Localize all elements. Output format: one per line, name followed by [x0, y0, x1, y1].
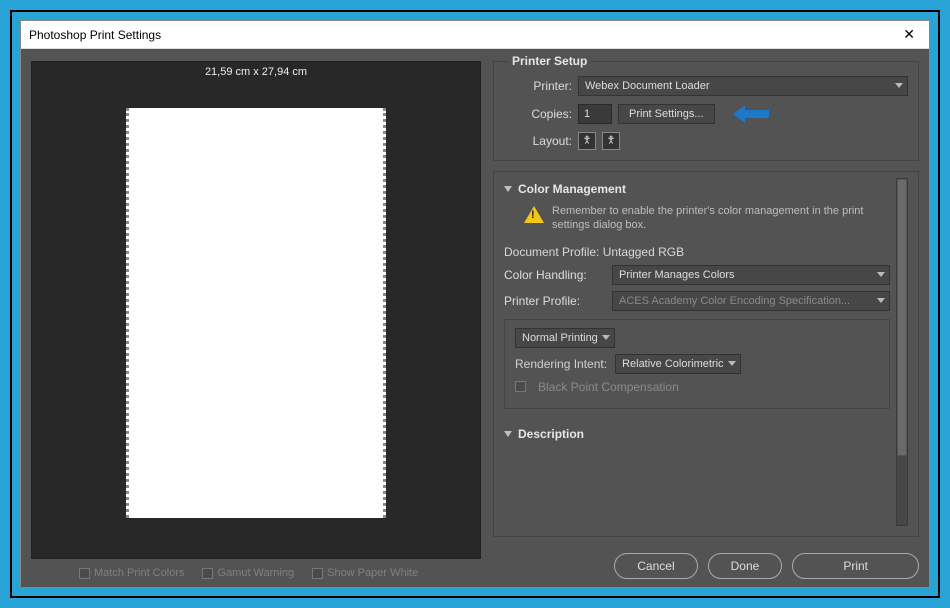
titlebar: Photoshop Print Settings ✕: [21, 21, 929, 49]
layout-landscape-icon[interactable]: 🯆: [602, 132, 620, 150]
rendering-intent-select[interactable]: Relative Colorimetric: [615, 354, 740, 374]
chevron-down-icon: [504, 186, 512, 192]
description-header[interactable]: Description: [504, 427, 890, 441]
printer-setup-title: Printer Setup: [508, 54, 591, 68]
cancel-button[interactable]: Cancel: [614, 553, 697, 579]
print-mode-select[interactable]: Normal Printing: [515, 328, 615, 348]
color-handling-label: Color Handling:: [504, 268, 604, 282]
print-settings-dialog: Photoshop Print Settings ✕ 21,59 cm x 27…: [20, 20, 930, 588]
preview-paper: [126, 108, 386, 518]
printer-select[interactable]: Webex Document Loader: [578, 76, 908, 96]
chevron-down-icon: [602, 335, 610, 340]
color-management-header[interactable]: Color Management: [504, 182, 890, 196]
scrollbar-thumb[interactable]: [897, 179, 907, 456]
print-button[interactable]: Print: [792, 553, 919, 579]
layout-label: Layout:: [504, 134, 572, 148]
window-title: Photoshop Print Settings: [29, 28, 161, 42]
chevron-down-icon: [877, 298, 885, 303]
black-point-label: Black Point Compensation: [538, 380, 679, 394]
preview-dimensions: 21,59 cm x 27,94 cm: [205, 66, 307, 78]
chevron-down-icon: [895, 83, 903, 88]
close-icon[interactable]: ✕: [897, 26, 921, 43]
black-point-checkbox: [515, 381, 526, 392]
warning-text: Remember to enable the printer's color m…: [552, 204, 890, 233]
doc-profile-label: Document Profile:: [504, 245, 599, 259]
doc-profile-value: Untagged RGB: [603, 245, 684, 259]
print-settings-button[interactable]: Print Settings...: [618, 104, 715, 124]
warning-icon: [524, 206, 544, 223]
copies-input[interactable]: [578, 104, 612, 124]
arrow-callout-icon: [733, 105, 771, 123]
chevron-down-icon: [877, 272, 885, 277]
print-preview: 21,59 cm x 27,94 cm: [31, 61, 481, 559]
printer-profile-label: Printer Profile:: [504, 294, 604, 308]
printer-profile-select: ACES Academy Color Encoding Specificatio…: [612, 291, 890, 311]
done-button[interactable]: Done: [708, 553, 783, 579]
color-handling-select[interactable]: Printer Manages Colors: [612, 265, 890, 285]
rendering-intent-label: Rendering Intent:: [515, 357, 607, 371]
settings-scroll-group: Color Management Remember to enable the …: [493, 171, 919, 537]
printer-setup-group: Printer Setup Printer: Webex Document Lo…: [493, 61, 919, 161]
gamut-warning-checkbox: Gamut Warning: [202, 567, 294, 579]
match-print-colors-checkbox: Match Print Colors: [79, 567, 184, 579]
layout-portrait-icon[interactable]: 🯆: [578, 132, 596, 150]
chevron-down-icon: [728, 361, 736, 366]
printer-label: Printer:: [504, 79, 572, 93]
copies-label: Copies:: [504, 107, 572, 121]
show-paper-white-checkbox: Show Paper White: [312, 567, 418, 579]
scrollbar[interactable]: [896, 178, 908, 526]
chevron-down-icon: [504, 431, 512, 437]
